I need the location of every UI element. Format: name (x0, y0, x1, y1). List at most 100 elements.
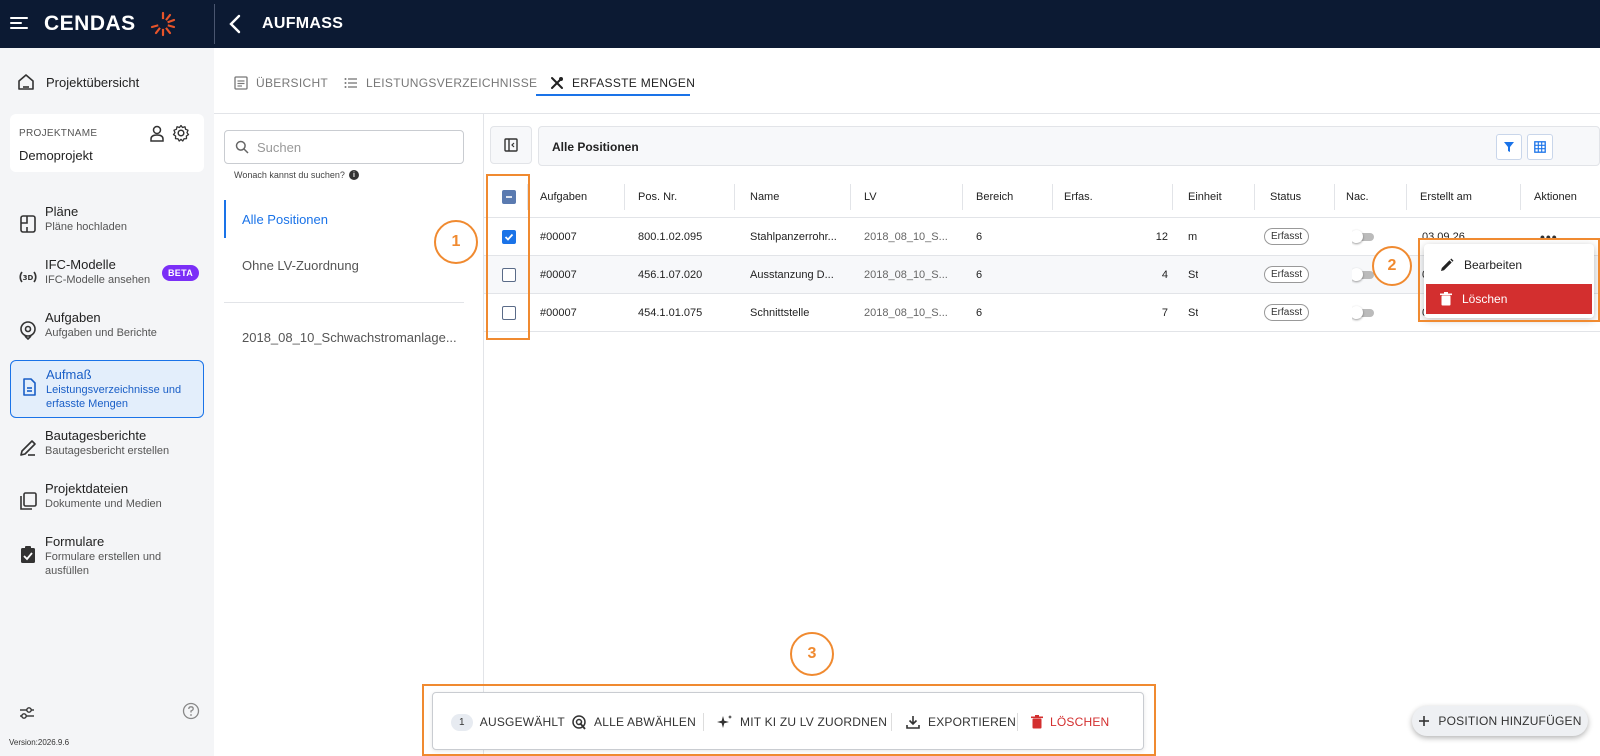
bulk-delete-label: LÖSCHEN (1050, 715, 1110, 729)
sidebar-item-project-overview[interactable]: Projektübersicht (16, 70, 139, 94)
cell-nachtrag (1352, 294, 1374, 331)
app-logo: CENDAS (44, 12, 136, 35)
status-chip: Erfasst (1264, 266, 1310, 283)
tab-leistungsverzeichnisse[interactable]: LEISTUNGSVERZEICHNISSE (344, 70, 537, 96)
nav-subtitle: Aufgaben und Berichte (45, 327, 157, 339)
tab-erfasste-mengen[interactable]: ERFASSTE MENGEN (550, 70, 695, 96)
column-header-nachtrag[interactable]: Nac. (1346, 176, 1369, 217)
column-separator (1520, 184, 1521, 210)
column-header-name[interactable]: Name (750, 176, 779, 217)
filter-lv-item[interactable]: 2018_08_10_Schwachstromanlage... (224, 318, 464, 356)
list-header: Alle Positionen (538, 126, 1600, 166)
sidebar-item-projektdateien[interactable]: Projektdateien Dokumente und Medien (10, 475, 204, 531)
column-header-status[interactable]: Status (1270, 176, 1301, 217)
column-separator (850, 184, 851, 210)
nav-title: Aufmaß (46, 367, 92, 382)
cell-name: Schnittstelle (750, 306, 810, 319)
filter-all-positions[interactable]: Alle Positionen (224, 200, 464, 238)
tab-uebersicht[interactable]: ÜBERSICHT (234, 70, 328, 96)
ai-assign-label: MIT KI ZU LV ZUORDNEN (740, 715, 888, 729)
table-header-row: Aufgaben Pos. Nr. Name LV Bereich Erfas.… (484, 176, 1600, 218)
search-field[interactable] (224, 130, 464, 164)
sidebar: Projektübersicht PROJEKTNAME Demoprojekt… (0, 48, 214, 756)
clipboard-check-icon (21, 546, 35, 563)
filter-without-lv[interactable]: Ohne LV-Zuordnung (224, 246, 464, 284)
nachtrag-toggle[interactable] (1352, 229, 1374, 243)
column-header-pos-nr[interactable]: Pos. Nr. (638, 176, 677, 217)
cell-nachtrag (1352, 256, 1374, 293)
cell-name: Stahlpanzerrohr... (750, 230, 837, 243)
filter-button[interactable] (1496, 134, 1522, 160)
filter-panel: Wonach kannst du suchen? i Alle Position… (214, 114, 484, 756)
beta-badge: BETA (162, 265, 200, 281)
gear-icon[interactable] (172, 124, 190, 142)
search-input[interactable] (257, 139, 447, 155)
annotation-box-menu (1418, 238, 1600, 322)
home-icon (18, 74, 34, 90)
sidebar-item-aufmass[interactable]: Aufmaß Leistungsverzeichnisse und erfass… (10, 360, 204, 418)
cell-nachtrag (1352, 218, 1374, 255)
column-separator (1172, 184, 1173, 210)
sidebar-item-bautagesberichte[interactable]: Bautagesberichte Bautagesbericht erstell… (10, 422, 204, 478)
floorplan-icon (20, 215, 36, 233)
selected-count-badge: 1 (451, 713, 473, 731)
sidebar-item-plaene[interactable]: Pläne Pläne hochladen (10, 198, 204, 254)
sidebar-item-aufgaben[interactable]: Aufgaben Aufgaben und Berichte (10, 304, 204, 360)
version-label: Version:2026.9.6 (9, 738, 70, 747)
nachtrag-toggle[interactable] (1352, 305, 1374, 319)
column-separator (624, 184, 625, 210)
action-separator (891, 713, 892, 731)
filter-icon (1504, 142, 1514, 152)
svg-text:3D: 3D (23, 274, 34, 282)
cell-einheit: m (1188, 230, 1198, 243)
files-icon (20, 492, 37, 510)
column-separator (1254, 184, 1255, 210)
top-bar: CENDAS AUFMASS (0, 0, 1600, 48)
column-header-erstellt-am[interactable]: Erstellt am (1420, 176, 1472, 217)
column-header-erfasst[interactable]: Erfas. (1064, 176, 1093, 217)
nachtrag-toggle[interactable] (1352, 267, 1374, 281)
document-icon (23, 378, 36, 396)
user-icon[interactable] (148, 124, 166, 142)
deselect-all-button[interactable]: ALLE ABWÄHLEN (571, 711, 696, 733)
nav-title: Pläne (45, 204, 79, 219)
back-arrow-icon[interactable] (224, 12, 248, 36)
export-button[interactable]: EXPORTIEREN (905, 711, 1016, 733)
logo-mark-icon (150, 11, 176, 37)
tab-label: LEISTUNGSVERZEICHNISSE (366, 76, 538, 90)
info-icon[interactable]: i (348, 170, 359, 180)
action-separator (703, 713, 704, 731)
cell-pos-nr: 456.1.07.020 (638, 268, 703, 281)
3d-rotate-icon: 3D (19, 271, 37, 283)
annotation-marker-3: 3 (790, 632, 834, 676)
column-header-einheit[interactable]: Einheit (1188, 176, 1222, 217)
panel-toggle-button[interactable] (490, 126, 532, 164)
menu-icon[interactable] (10, 14, 30, 34)
cell-bereich: 6 (976, 268, 983, 281)
column-header-aufgaben[interactable]: Aufgaben (540, 176, 587, 217)
sidebar-home-label: Projektübersicht (46, 74, 140, 90)
ai-assign-button[interactable]: MIT KI ZU LV ZUORDNEN (717, 711, 887, 733)
bulk-delete-button[interactable]: LÖSCHEN (1031, 711, 1109, 733)
sliders-icon[interactable] (18, 704, 36, 722)
nav-title: Aufgaben (45, 310, 101, 325)
sidebar-item-ifc-modelle[interactable]: 3D IFC-Modelle IFC-Modelle ansehen BETA (10, 251, 204, 307)
nav-subtitle: Bautagesbericht erstellen (45, 445, 170, 457)
column-header-bereich[interactable]: Bereich (976, 176, 1013, 217)
add-position-button[interactable]: POSITION HINZUFÜGEN (1412, 706, 1588, 736)
column-header-lv[interactable]: LV (864, 176, 877, 217)
page-title: AUFMASS (262, 15, 344, 32)
project-name: Demoprojekt (19, 148, 93, 163)
cell-pos-nr: 454.1.01.075 (638, 306, 703, 319)
nav-title: Formulare (45, 534, 105, 549)
help-icon[interactable] (182, 702, 200, 720)
export-label: EXPORTIEREN (928, 715, 1016, 729)
sparkle-icon (717, 715, 732, 728)
action-separator (1017, 713, 1018, 731)
cell-erfasst: 7 (1161, 306, 1168, 319)
cell-lv: 2018_08_10_S... (864, 306, 948, 319)
table-view-button[interactable] (1527, 134, 1553, 160)
nav-subtitle: Pläne hochladen (45, 221, 127, 233)
sidebar-item-formulare[interactable]: Formulare Formulare erstellen und ausfül… (10, 528, 204, 588)
topbar-divider (214, 4, 215, 44)
